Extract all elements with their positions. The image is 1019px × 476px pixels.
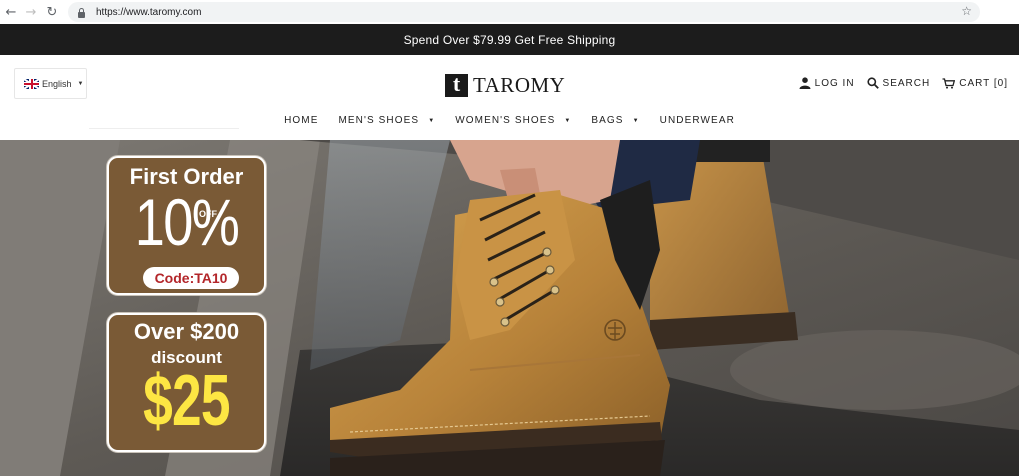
user-icon: [799, 77, 811, 89]
nav-item-label: MEN'S SHOES: [338, 115, 420, 126]
chevron-down-icon: ▼: [428, 117, 436, 124]
chevron-down-icon: ▼: [632, 117, 640, 124]
chevron-down-icon: ▼: [564, 117, 572, 124]
nav-item-underwear[interactable]: UNDERWEAR: [660, 115, 735, 126]
promo-amount: $25: [143, 361, 230, 441]
promo-percent: 10%: [134, 185, 240, 259]
forward-icon[interactable]: →: [20, 1, 42, 23]
main-navigation: HOME MEN'S SHOES ▼ WOMEN'S SHOES ▼ BAGS …: [0, 115, 1019, 126]
login-link[interactable]: LOG IN: [799, 77, 855, 89]
bookmark-star-icon[interactable]: ☆: [961, 4, 972, 18]
search-label: SEARCH: [882, 77, 931, 89]
site-logo[interactable]: t TAROMY: [445, 73, 565, 97]
site-header: English ▼ t TAROMY LOG IN SEARCH CART [0…: [0, 55, 1019, 140]
first-order-promo[interactable]: First Order 10% OFF Code:TA10: [107, 156, 266, 295]
nav-item-home[interactable]: HOME: [284, 115, 318, 126]
nav-item-womens-shoes[interactable]: WOMEN'S SHOES ▼: [455, 115, 571, 126]
nav-item-bags[interactable]: BAGS ▼: [591, 115, 639, 126]
language-selector[interactable]: English ▼: [14, 68, 87, 99]
promo-off-label: OFF: [199, 209, 217, 219]
uk-flag-icon: [24, 78, 39, 89]
nav-item-label: UNDERWEAR: [659, 115, 735, 126]
promo-title: Over $200: [133, 319, 240, 344]
language-label: English: [42, 78, 72, 89]
reload-icon[interactable]: ↻: [41, 1, 63, 23]
nav-item-label: HOME: [284, 115, 319, 126]
browser-toolbar: ← → ↻ https://www.taromy.com ☆: [0, 0, 1019, 24]
divider: [89, 128, 239, 129]
search-icon: [866, 77, 879, 89]
nav-item-mens-shoes[interactable]: MEN'S SHOES ▼: [338, 115, 435, 126]
hero-banner[interactable]: First Order 10% OFF Code:TA10 Over $200 …: [0, 140, 1019, 476]
cart-link[interactable]: CART [0]: [942, 78, 1008, 89]
cart-icon: [942, 77, 956, 89]
cart-label: CART [0]: [959, 77, 1008, 89]
nav-item-label: WOMEN'S SHOES: [455, 115, 556, 126]
chevron-down-icon: ▼: [77, 80, 84, 87]
search-link[interactable]: SEARCH: [866, 77, 931, 89]
announcement-text: Spend Over $79.99 Get Free Shipping: [403, 32, 616, 47]
over-200-promo[interactable]: Over $200 discount $25: [107, 313, 266, 452]
header-actions: LOG IN SEARCH CART [0]: [787, 77, 1008, 89]
logo-mark: t: [445, 73, 468, 97]
announcement-bar: Spend Over $79.99 Get Free Shipping: [0, 24, 1019, 55]
promo-code-badge: Code:TA10: [143, 267, 239, 289]
logo-text: TAROMY: [473, 72, 566, 97]
back-icon[interactable]: ←: [0, 1, 22, 23]
lock-icon: [76, 6, 86, 18]
address-bar[interactable]: https://www.taromy.com ☆: [68, 2, 980, 22]
login-label: LOG IN: [814, 77, 855, 89]
nav-item-label: BAGS: [591, 115, 624, 126]
url-text[interactable]: https://www.taromy.com: [96, 7, 201, 18]
